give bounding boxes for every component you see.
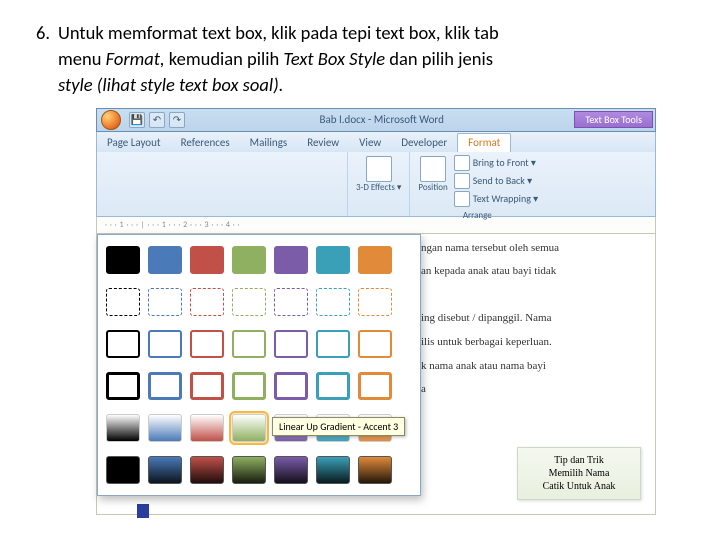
style-swatch[interactable] — [232, 246, 266, 274]
tab-format[interactable]: Format — [457, 133, 511, 152]
group-effects: 3-D Effects ▾ — [347, 152, 409, 216]
text-box-style-gallery[interactable]: Linear Up Gradient - Accent 3 — [97, 234, 421, 496]
ribbon-tabs: Page LayoutReferencesMailingsReviewViewD… — [96, 132, 656, 152]
style-swatch[interactable] — [148, 372, 182, 400]
style-swatch[interactable] — [232, 456, 266, 484]
style-tooltip: Linear Up Gradient - Accent 3 — [272, 417, 405, 436]
step-number: 6. — [36, 20, 58, 46]
bring-front-icon — [454, 155, 470, 171]
style-swatch[interactable] — [232, 414, 266, 442]
style-swatch[interactable] — [316, 288, 350, 316]
document-line: ngan nama tersebut oleh semua — [421, 240, 559, 258]
position-button[interactable]: Position — [414, 154, 451, 208]
style-swatch[interactable] — [316, 330, 350, 358]
style-swatch[interactable] — [148, 330, 182, 358]
style-swatch[interactable] — [274, 372, 308, 400]
group-label-arrange: Arrange — [414, 209, 540, 221]
send-back-icon — [454, 173, 470, 189]
document-line: ilis untuk berbagai keperluan. — [421, 334, 559, 352]
style-swatch[interactable] — [148, 288, 182, 316]
tab-view[interactable]: View — [349, 134, 391, 152]
style-swatch[interactable] — [190, 414, 224, 442]
style-swatch[interactable] — [358, 246, 392, 274]
document-line: k nama anak atau nama bayi — [421, 358, 559, 376]
style-swatch[interactable] — [316, 372, 350, 400]
send-to-back-button[interactable]: Send to Back ▾ — [452, 172, 541, 190]
tab-developer[interactable]: Developer — [391, 134, 457, 152]
style-swatch[interactable] — [190, 372, 224, 400]
style-swatch[interactable] — [190, 288, 224, 316]
document-area: Linear Up Gradient - Accent 3 ngan nama … — [96, 234, 656, 515]
instruction-text: 6.Untuk memformat text box, klik pada te… — [36, 20, 684, 98]
cube-icon — [366, 156, 392, 182]
document-line: an kepada anak atau bayi tidak — [421, 263, 559, 281]
style-swatch[interactable] — [148, 456, 182, 484]
style-swatch[interactable] — [232, 288, 266, 316]
ribbon: 3-D Effects ▾ Position Bring to Front ▾ … — [96, 152, 656, 217]
tab-mailings[interactable]: Mailings — [240, 134, 298, 152]
style-swatch[interactable] — [232, 330, 266, 358]
style-swatch[interactable] — [106, 372, 140, 400]
title-bar: 💾 ↶ ↷ Bab I.docx - Microsoft Word Text B… — [96, 108, 656, 132]
context-tab-label: Text Box Tools — [574, 111, 653, 128]
page-marker — [137, 504, 149, 518]
position-icon — [420, 156, 446, 182]
style-swatch[interactable] — [358, 288, 392, 316]
word-screenshot: 💾 ↶ ↷ Bab I.docx - Microsoft Word Text B… — [96, 108, 656, 515]
style-swatch[interactable] — [190, 246, 224, 274]
style-swatch[interactable] — [148, 414, 182, 442]
window-title: Bab I.docx - Microsoft Word — [189, 113, 574, 126]
style-swatch[interactable] — [106, 456, 140, 484]
style-swatch[interactable] — [274, 456, 308, 484]
style-swatch[interactable] — [358, 372, 392, 400]
style-swatch[interactable] — [190, 330, 224, 358]
style-swatch[interactable] — [316, 246, 350, 274]
style-swatch[interactable] — [106, 414, 140, 442]
qat-redo-icon[interactable]: ↷ — [169, 112, 185, 128]
group-arrange: Position Bring to Front ▾ Send to Back ▾… — [409, 152, 544, 216]
horizontal-ruler: · · · 1 · · · | · · · 1 · · · 2 · · · 3 … — [96, 217, 656, 234]
style-swatch[interactable] — [232, 372, 266, 400]
style-swatch[interactable] — [358, 330, 392, 358]
document-line: a — [421, 381, 559, 399]
text-wrapping-button[interactable]: Text Wrapping ▾ — [452, 190, 541, 208]
qat-save-icon[interactable]: 💾 — [129, 112, 145, 128]
tab-references[interactable]: References — [171, 134, 240, 152]
qat-undo-icon[interactable]: ↶ — [149, 112, 165, 128]
3d-effects-button[interactable]: 3-D Effects ▾ — [352, 154, 405, 195]
text-box-callout[interactable]: Tip dan Trik Memilih Nama Catik Untuk An… — [517, 447, 641, 500]
style-swatch[interactable] — [148, 246, 182, 274]
style-swatch[interactable] — [106, 246, 140, 274]
tab-page-layout[interactable]: Page Layout — [97, 134, 171, 152]
style-swatch[interactable] — [274, 330, 308, 358]
style-swatch[interactable] — [106, 330, 140, 358]
style-swatch[interactable] — [316, 456, 350, 484]
style-swatch[interactable] — [190, 456, 224, 484]
bring-to-front-button[interactable]: Bring to Front ▾ — [452, 154, 541, 172]
style-swatch[interactable] — [274, 246, 308, 274]
style-swatch[interactable] — [358, 456, 392, 484]
style-swatch[interactable] — [274, 288, 308, 316]
document-line — [421, 287, 559, 305]
document-line: ing disebut / dipanggil. Nama — [421, 310, 559, 328]
tab-review[interactable]: Review — [297, 134, 349, 152]
office-button[interactable] — [101, 110, 121, 130]
style-swatch[interactable] — [106, 288, 140, 316]
wrap-icon — [454, 191, 470, 207]
